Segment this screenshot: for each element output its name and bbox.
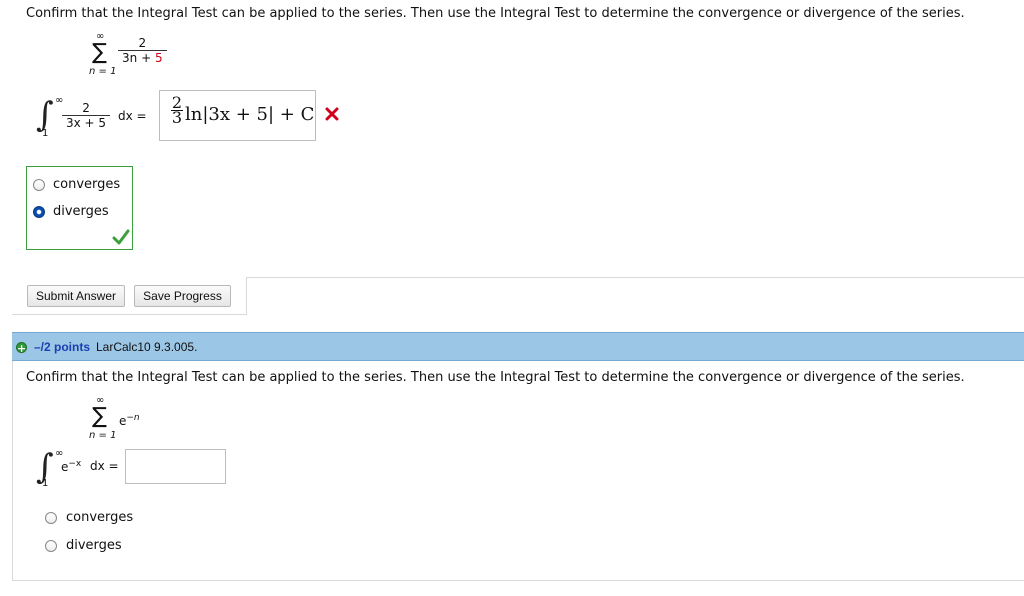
q2-option-diverges-label: diverges — [66, 538, 122, 553]
q2-radio-diverges[interactable] — [45, 540, 57, 552]
q2-left-border — [12, 361, 13, 581]
q1-integrand-numerator: 2 — [62, 101, 111, 116]
q1-footer-divider-vertical — [246, 277, 247, 315]
q1-footer-divider-bottom — [12, 314, 247, 315]
q1-series-numerator: 2 — [118, 36, 167, 51]
q1-integrand: 2 3x + 5 — [62, 101, 111, 130]
q1-series-lower-limit: n = 1 — [89, 66, 117, 77]
save-progress-button[interactable]: Save Progress — [134, 285, 231, 307]
q2-dx-equals: dx = — [90, 459, 119, 473]
q1-series-den-b: 5 — [154, 51, 163, 65]
question2-prompt: Confirm that the Integral Test can be ap… — [26, 370, 965, 385]
q1-sigma-symbol: ∑ — [92, 40, 107, 65]
q2-series-lower-limit: n = 1 — [89, 430, 117, 441]
q2-question-code: LarCalc10 9.3.005. — [96, 340, 198, 354]
q2-answer-field[interactable] — [125, 449, 226, 484]
q1-answer-expression: ln|3x + 5| + C — [185, 104, 315, 125]
q2-sigma-symbol: ∑ — [92, 404, 107, 429]
q1-series-den-op: + — [141, 51, 152, 65]
expand-plus-icon[interactable]: + — [16, 342, 27, 354]
q2-series-exponent: −n — [126, 413, 140, 423]
q2-series-term: e−n — [119, 413, 140, 428]
q2-bottom-border — [12, 580, 1024, 581]
q1-answer-field[interactable]: 2 3 ln|3x + 5| + C — [159, 90, 316, 141]
q1-series-den-a: 3n — [122, 51, 138, 65]
q1-option-converges-label: converges — [53, 177, 121, 192]
q2-integral-lower: 1 — [42, 478, 49, 489]
q1-integrand-denominator: 3x + 5 — [66, 116, 107, 130]
submit-answer-button[interactable]: Submit Answer — [27, 285, 125, 307]
q1-series-term: 2 3n + 5 — [118, 36, 167, 65]
green-check-icon — [112, 229, 130, 245]
q1-option-diverges-label: diverges — [53, 204, 109, 219]
q2-points: –/2 points — [34, 340, 91, 354]
q1-integral-lower: 1 — [42, 128, 49, 139]
q1-dx-equals: dx = — [118, 109, 147, 123]
q2-integral-upper: ∞ — [55, 448, 64, 459]
q1-answer-coef-den: 3 — [171, 108, 183, 127]
question1-prompt: Confirm that the Integral Test can be ap… — [26, 6, 965, 21]
q2-integrand-exponent: −x — [68, 459, 82, 469]
q2-integrand: e−x — [61, 459, 81, 474]
q1-radio-diverges[interactable] — [33, 206, 45, 218]
q2-header-bar: + –/2 points LarCalc10 9.3.005. — [12, 332, 1024, 361]
red-x-icon — [325, 107, 339, 121]
q1-integral-sign: ∫ — [36, 95, 54, 135]
q1-options-box: converges diverges — [26, 166, 133, 250]
q1-footer-divider — [246, 277, 1024, 278]
q2-radio-converges[interactable] — [45, 512, 57, 524]
q2-option-converges-label: converges — [66, 510, 134, 525]
q1-radio-converges[interactable] — [33, 179, 45, 191]
